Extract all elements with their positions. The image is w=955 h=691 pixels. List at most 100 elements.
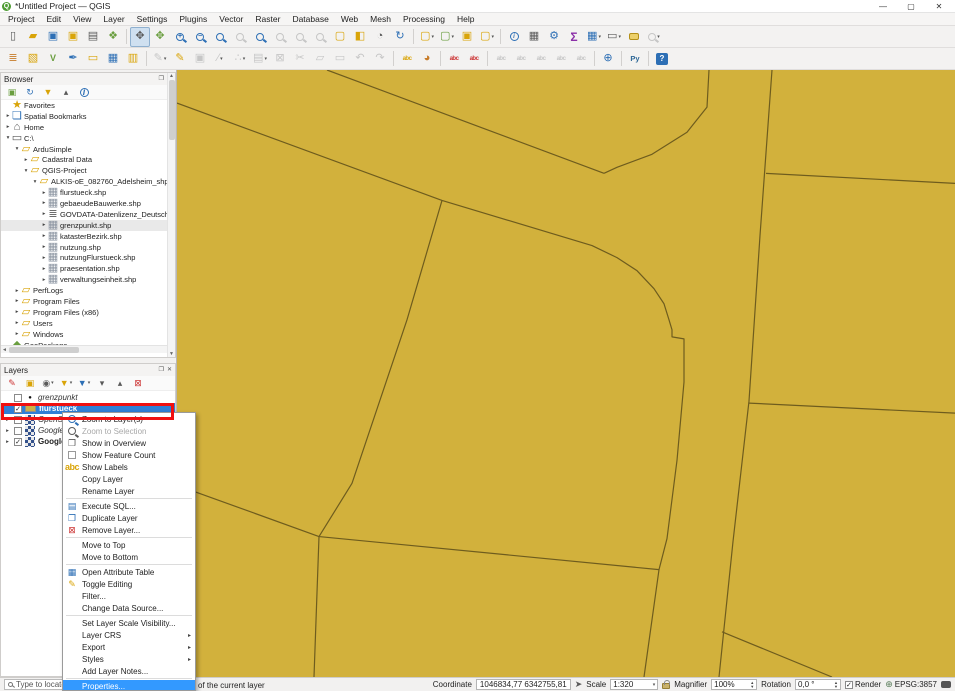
context-menu-item-change-data-source[interactable]: Change Data Source...	[63, 602, 195, 614]
zoom-next-button[interactable]	[310, 27, 330, 47]
scroll-down-icon[interactable]: ▼	[169, 351, 174, 357]
layer-visibility-checkbox[interactable]	[14, 393, 22, 402]
browser-item-flurstueck-shp[interactable]: ▸ ▦ flurstueck.shp	[1, 187, 175, 198]
checkbox-icon[interactable]	[844, 680, 853, 689]
browser-item-geopackage[interactable]: ◆GeoPackage	[1, 339, 175, 345]
collapse-all-browser-button[interactable]: ▴	[59, 86, 73, 99]
copy-features-button[interactable]: ▱	[310, 49, 330, 69]
browser-item-home[interactable]: ▸ ⌂ Home	[1, 121, 175, 133]
multiedit-attributes-button[interactable]: ▤ ▾	[250, 49, 270, 69]
new-project-button[interactable]: ▯	[3, 27, 23, 47]
expander-icon[interactable]: ▸	[40, 200, 48, 206]
new-shapefile-layer-button[interactable]: V	[43, 49, 63, 69]
help-button[interactable]: ?	[652, 49, 672, 69]
expander-icon[interactable]: ▸	[4, 428, 11, 434]
browser-item-govdata-datenlizenz-deutschland[interactable]: ▸ ≣ GOVDATA-Datenlizenz_Deutschland	[1, 208, 175, 220]
zoom-to-layer-button[interactable]	[250, 27, 270, 47]
pin-labels-button[interactable]: abc	[444, 49, 464, 69]
layer-visibility-checkbox[interactable]	[14, 437, 22, 446]
context-menu-item-duplicate-layer[interactable]: ❐ Duplicate Layer	[63, 512, 195, 524]
menu-vector[interactable]: Vector	[213, 13, 249, 26]
messages-icon[interactable]	[941, 681, 951, 688]
add-feature-dropdown-icon[interactable]: ▾	[220, 56, 223, 62]
expander-icon[interactable]: ▸	[40, 211, 48, 217]
rotation-spinbox[interactable]: 0,0 ° ▲ ▼	[794, 679, 841, 690]
expander-icon[interactable]: ▸	[40, 266, 48, 272]
close-button[interactable]: ✕	[925, 2, 953, 11]
measure-line-dropdown-icon[interactable]: ▾	[618, 34, 621, 40]
expander-icon[interactable]: ▸	[13, 288, 21, 294]
scrollbar-thumb[interactable]	[8, 346, 79, 353]
context-menu-item-layer-crs[interactable]: Layer CRS ▸	[63, 629, 195, 641]
expander-icon[interactable]: ▸	[4, 417, 11, 423]
browser-item-grenzpunkt-shp[interactable]: ▸ ▦ grenzpunkt.shp	[1, 219, 175, 231]
new-mesh-layer-button[interactable]: ▥	[123, 49, 143, 69]
spin-arrows-icon[interactable]: ▲ ▼	[750, 680, 754, 689]
pan-map-to-selection-button[interactable]: ✥	[150, 27, 170, 47]
layer-diagram-button[interactable]: ◕	[417, 49, 437, 69]
change-label-properties-button[interactable]: abc	[551, 49, 571, 69]
menu-layer[interactable]: Layer	[97, 13, 130, 26]
layer-labeling-button[interactable]: abc	[397, 49, 417, 69]
vertex-tool-dropdown-icon[interactable]: ▾	[243, 56, 246, 62]
pan-map-button[interactable]: ✥	[130, 26, 150, 47]
multiedit-attributes-dropdown-icon[interactable]: ▾	[264, 56, 267, 62]
remove-layer-button[interactable]: ⊠	[131, 377, 145, 390]
browser-item-praesentation-shp[interactable]: ▸ ▦ praesentation.shp	[1, 263, 175, 274]
select-features-by-value-button[interactable]: ▢ ▾	[437, 27, 457, 47]
toggle-editing-button[interactable]: ✎	[170, 49, 190, 69]
processing-options-button[interactable]: ⚙	[544, 27, 564, 47]
expander-icon[interactable]: ▾	[13, 146, 21, 152]
select-by-location-button[interactable]: ▢ ▾	[477, 27, 497, 47]
context-menu-item-set-layer-scale-visibility[interactable]: Set Layer Scale Visibility...	[63, 617, 195, 629]
context-menu-item-show-in-overview[interactable]: ❐ Show in Overview	[63, 437, 195, 449]
new-map-view-button[interactable]: ▢	[330, 27, 350, 47]
spin-arrows-icon[interactable]: ▲ ▼	[834, 680, 838, 689]
expander-icon[interactable]: ▸	[40, 244, 48, 250]
browser-item-qgis-project[interactable]: ▾ ▱ QGIS-Project	[1, 165, 175, 176]
browser-item-nutzung-shp[interactable]: ▸ ▦ nutzung.shp	[1, 241, 175, 253]
context-menu-item-rename-layer[interactable]: Rename Layer	[63, 485, 195, 497]
extents-toggle-icon[interactable]: ➤	[575, 680, 583, 689]
show-statistical-summary-button[interactable]: Σ	[564, 27, 584, 47]
cut-features-button[interactable]: ✂	[290, 49, 310, 69]
menu-mesh[interactable]: Mesh	[364, 13, 397, 26]
chevron-down-icon[interactable]: ▾	[653, 682, 656, 688]
temporal-controller-button[interactable]: ◔	[370, 27, 390, 47]
highlight-labels-button[interactable]: abc	[464, 49, 484, 69]
expander-icon[interactable]: ▾	[31, 179, 39, 185]
filter-legend-dropdown-icon[interactable]: ▾	[70, 380, 73, 386]
menu-database[interactable]: Database	[286, 13, 334, 26]
filter-browser-button[interactable]: ▼	[41, 86, 55, 99]
menu-project[interactable]: Project	[2, 13, 40, 26]
filter-legend-expression-dropdown-icon[interactable]: ▾	[88, 380, 91, 386]
zoom-full-button[interactable]	[210, 27, 230, 47]
browser-item-spatial-bookmarks[interactable]: ▸ ❏ Spatial Bookmarks	[1, 110, 175, 122]
undo-button[interactable]: ↶	[350, 49, 370, 69]
identify-features-button[interactable]: i	[504, 27, 524, 47]
menu-view[interactable]: View	[67, 13, 97, 26]
magnifier-spinbox[interactable]: 100% ▲ ▼	[711, 679, 758, 690]
browser-item-favorites[interactable]: ★ Favorites	[1, 100, 175, 111]
expander-icon[interactable]: ▸	[22, 157, 30, 163]
paste-features-button[interactable]: ▭	[330, 49, 350, 69]
manage-map-themes-button[interactable]: ◉ ▾	[41, 377, 55, 390]
scroll-left-icon[interactable]: ◄	[2, 347, 7, 353]
expander-icon[interactable]: ▸	[13, 320, 21, 326]
refresh-browser-button[interactable]: ↻	[23, 86, 37, 99]
open-layer-styling-button[interactable]: ✎	[5, 377, 19, 390]
maximize-button[interactable]: ▢	[897, 2, 925, 11]
expander-icon[interactable]: ▾	[4, 135, 12, 141]
deselect-features-button[interactable]: ▣	[457, 27, 477, 47]
add-selected-layers-button[interactable]: ▣	[5, 86, 19, 99]
select-features-by-value-dropdown-icon[interactable]: ▾	[451, 34, 454, 40]
browser-item-ardusimple[interactable]: ▾ ▱ ArduSimple	[1, 143, 175, 155]
expander-icon[interactable]: ▸	[4, 113, 12, 119]
open-project-button[interactable]: ▰	[23, 27, 43, 47]
expander-icon[interactable]: ▸	[13, 298, 21, 304]
minimize-button[interactable]: —	[869, 2, 897, 11]
context-menu-item-show-labels[interactable]: abc Show Labels	[63, 461, 195, 473]
select-features-button[interactable]: ▢ ▾	[417, 27, 437, 47]
layer-visibility-checkbox[interactable]	[14, 415, 22, 424]
close-panel-icon[interactable]: ✕	[167, 367, 172, 373]
